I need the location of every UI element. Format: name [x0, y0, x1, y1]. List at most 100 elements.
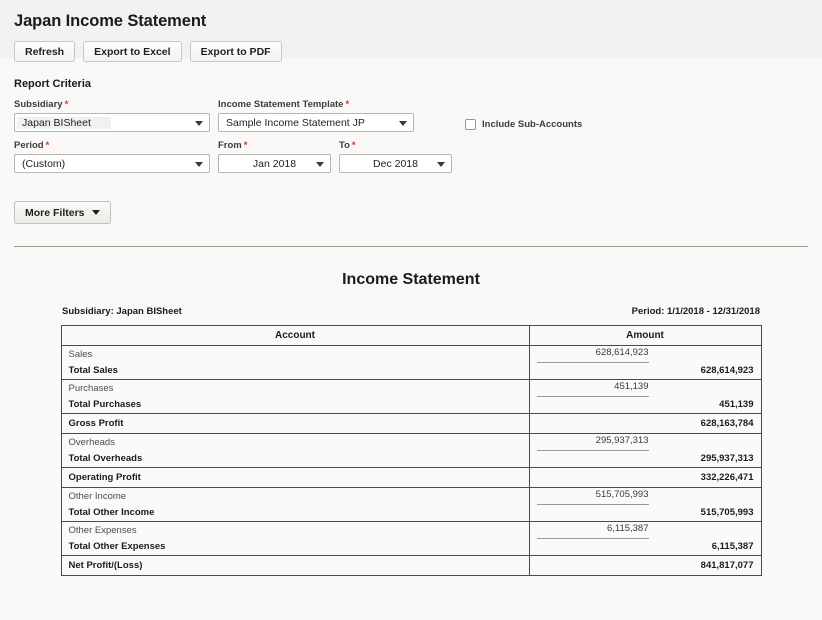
from-required-marker: * [243, 140, 248, 151]
table-row: Sales Total Sales 628,614,923 628,614,92… [60, 345, 762, 380]
chevron-down-icon [195, 120, 203, 126]
account-cell: Gross Profit [60, 413, 530, 434]
to-required-marker: * [351, 140, 356, 151]
subsidiary-value: Japan BISheet [17, 116, 111, 129]
criteria-row-2: Period * (Custom) From * Jan 2018 To * Dec … [14, 140, 822, 173]
column-header-account: Account [60, 325, 530, 346]
detail-amount: 451,139 [614, 381, 649, 392]
net-profit-label: Net Profit/(Loss) [68, 560, 143, 571]
total-label: Total Purchases [68, 398, 142, 410]
template-label: Income Statement Template * [218, 99, 414, 110]
amount-cell: 515,705,993 515,705,993 [528, 487, 762, 522]
chevron-down-icon [437, 161, 445, 167]
subtotal-label: Gross Profit [68, 418, 124, 429]
amount-cell: 295,937,313 295,937,313 [528, 433, 762, 468]
account-cell: Overheads Total Overheads [60, 433, 530, 468]
total-amount: 451,139 [719, 399, 754, 410]
period-field: Period * (Custom) [14, 140, 210, 173]
to-select[interactable]: Dec 2018 [339, 154, 452, 173]
chevron-down-icon [195, 161, 203, 167]
template-required-marker: * [345, 99, 350, 110]
total-label: Total Overheads [68, 452, 143, 464]
total-amount: 628,614,923 [700, 365, 754, 376]
template-label-text: Income Statement Template [218, 99, 344, 110]
include-sub-accounts-field[interactable]: Include Sub-Accounts [465, 119, 582, 130]
from-label-text: From [218, 140, 242, 151]
page-header: Japan Income Statement Refresh Export to… [0, 0, 822, 62]
total-label: Total Sales [68, 364, 118, 376]
account-cell: Purchases Total Purchases [60, 379, 530, 414]
table-header-row: Account Amount [60, 325, 762, 346]
report-period-line: Period: 1/1/2018 - 12/31/2018 [631, 306, 760, 317]
report-subsidiary-line: Subsidiary: Japan BISheet [62, 306, 182, 317]
total-amount: 295,937,313 [700, 453, 754, 464]
detail-amount: 6,115,387 [606, 523, 649, 534]
detail-amount: 628,614,923 [595, 347, 649, 358]
report-criteria-heading: Report Criteria [14, 78, 92, 90]
table-head: Account Amount [60, 325, 762, 346]
detail-label: Purchases [68, 382, 114, 394]
account-cell: Net Profit/(Loss) [60, 555, 530, 576]
amount-cell: 841,817,077 [528, 555, 762, 576]
chevron-down-icon [316, 161, 324, 167]
from-select[interactable]: Jan 2018 [218, 154, 331, 173]
column-header-amount: Amount [528, 325, 762, 346]
total-amount: 6,115,387 [711, 541, 754, 552]
subsidiary-select[interactable]: Japan BISheet [14, 113, 210, 132]
more-filters-label: More Filters [25, 206, 85, 219]
from-value: Jan 2018 [252, 157, 297, 170]
to-label-text: To [339, 140, 350, 151]
period-label-text: Period [14, 140, 44, 151]
amount-cell: 628,163,784 [528, 413, 762, 434]
report-meta: Subsidiary: Japan BISheet Period: 1/1/20… [62, 306, 760, 317]
detail-label: Other Income [68, 490, 127, 502]
include-sub-accounts-checkbox[interactable] [465, 119, 476, 130]
table-row: Gross Profit 628,163,784 [60, 413, 762, 434]
to-value: Dec 2018 [373, 157, 418, 170]
period-value: (Custom) [22, 157, 66, 170]
total-label: Total Other Expenses [68, 540, 166, 552]
amount-cell: 332,226,471 [528, 467, 762, 488]
chevron-down-icon [399, 120, 407, 126]
subtotal-amount: 332,226,471 [700, 472, 754, 483]
table-row: Other Income Total Other Income 515,705,… [60, 487, 762, 522]
from-label: From * [218, 140, 331, 151]
total-amount: 515,705,993 [700, 507, 754, 518]
detail-label: Other Expenses [68, 524, 137, 536]
detail-amount: 515,705,993 [595, 489, 649, 500]
table-row: Purchases Total Purchases 451,139 451,13… [60, 379, 762, 414]
table-row: Net Profit/(Loss) 841,817,077 [60, 555, 762, 576]
template-field: Income Statement Template * Sample Income… [218, 99, 414, 132]
total-label: Total Other Income [68, 506, 155, 518]
income-statement-report: Income Statement Subsidiary: Japan BIShe… [0, 247, 822, 576]
account-cell: Other Expenses Total Other Expenses [60, 521, 530, 556]
include-sub-accounts-label: Include Sub-Accounts [482, 119, 583, 130]
subtotal-label: Operating Profit [68, 472, 141, 483]
table-row: Overheads Total Overheads 295,937,313 29… [60, 433, 762, 468]
more-filters-button[interactable]: More Filters [14, 201, 111, 224]
amount-cell: 6,115,387 6,115,387 [528, 521, 762, 556]
amount-cell: 628,614,923 628,614,923 [528, 345, 762, 380]
account-cell: Operating Profit [60, 467, 530, 488]
period-required-marker: * [45, 140, 50, 151]
detail-amount: 295,937,313 [595, 435, 649, 446]
page-title: Japan Income Statement [14, 12, 207, 30]
subsidiary-label: Subsidiary * [14, 99, 210, 110]
detail-label: Sales [68, 348, 93, 360]
template-value: Sample Income Statement JP [226, 116, 365, 129]
criteria-row-1: Subsidiary * Japan BISheet Income Stateme… [14, 99, 822, 132]
table-body: Sales Total Sales 628,614,923 628,614,92… [60, 345, 762, 576]
chevron-down-icon [91, 210, 100, 215]
report-criteria-panel: Report Criteria Subsidiary * Japan BIShee… [0, 58, 822, 224]
to-field: To * Dec 2018 [339, 140, 452, 173]
income-statement-table: Account Amount Sales Total Sales 628,614… [60, 325, 762, 576]
period-select[interactable]: (Custom) [14, 154, 210, 173]
from-field: From * Jan 2018 [218, 140, 331, 173]
subsidiary-required-marker: * [64, 99, 69, 110]
report-title: Income Statement [342, 271, 480, 288]
subtotal-amount: 628,163,784 [700, 418, 754, 429]
account-cell: Sales Total Sales [60, 345, 530, 380]
table-row: Operating Profit 332,226,471 [60, 467, 762, 488]
template-select[interactable]: Sample Income Statement JP [218, 113, 414, 132]
table-row: Other Expenses Total Other Expenses 6,11… [60, 521, 762, 556]
